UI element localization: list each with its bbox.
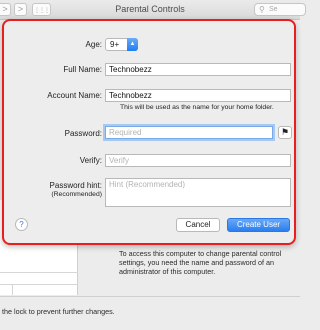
verify-field[interactable]: Verify	[105, 154, 291, 167]
create-user-button[interactable]: Create User	[227, 218, 290, 232]
cancel-button[interactable]: Cancel	[176, 218, 220, 232]
account-name-field[interactable]: Technobezz	[105, 89, 291, 102]
search-placeholder: Se	[269, 6, 278, 13]
lock-message: the lock to prevent further changes.	[2, 307, 115, 316]
updown-arrows-icon: ▲	[127, 38, 138, 51]
new-user-sheet: Age: 9+ ▲ Full Name: Technobezz Account …	[2, 19, 296, 245]
password-hint-sublabel: (Recommended)	[51, 191, 102, 198]
account-name-label: Account Name:	[47, 91, 102, 100]
account-name-hint: This will be used as the name for your h…	[120, 104, 274, 111]
password-field[interactable]: Required	[105, 126, 273, 139]
password-label: Password:	[64, 129, 102, 138]
age-label: Age:	[85, 40, 102, 49]
full-name-field[interactable]: Technobezz	[105, 63, 291, 76]
title-bar: > > ⋮⋮⋮ Parental Controls ⚲ Se	[0, 0, 306, 20]
user-list-button-divider	[12, 284, 13, 295]
user-list-divider	[0, 272, 78, 273]
key-icon: ⚑	[280, 127, 290, 137]
question-mark-icon: ?	[19, 220, 24, 229]
age-value: 9+	[110, 40, 120, 49]
age-popup[interactable]: 9+ ▲	[105, 38, 138, 51]
window-divider	[0, 296, 300, 297]
verify-label: Verify:	[79, 156, 102, 165]
search-field[interactable]: ⚲ Se	[254, 3, 306, 16]
full-name-label: Full Name:	[63, 65, 102, 74]
magnifier-icon: ⚲	[259, 5, 265, 14]
help-button[interactable]: ?	[15, 218, 28, 231]
password-hint-field[interactable]: Hint (Recommended)	[105, 178, 291, 207]
password-hint-label: Password hint:	[49, 181, 102, 190]
password-assistant-button[interactable]: ⚑	[278, 126, 292, 139]
admin-info-text: To access this computer to change parent…	[119, 249, 282, 276]
